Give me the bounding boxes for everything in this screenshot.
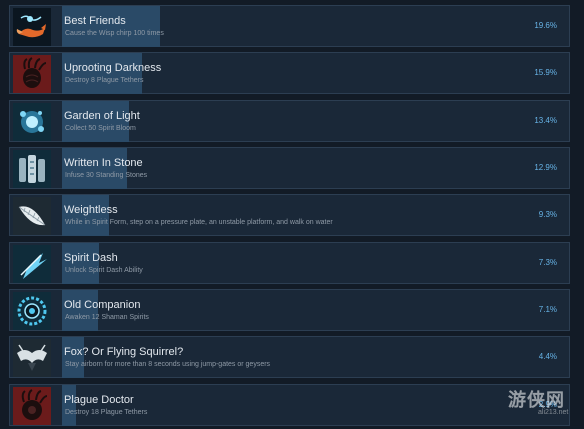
achievement-percent: 12.9% [534, 163, 557, 172]
feather-icon [13, 197, 51, 235]
achievement-percent: 13.4% [534, 116, 557, 125]
achievement-percent: 7.1% [538, 305, 557, 314]
achievement-description: Awaken 12 Shaman Spirits [65, 314, 149, 321]
plague-tether-icon [13, 55, 51, 93]
achievement-description: Infuse 30 Standing Stones [65, 172, 148, 179]
achievement-description: While in Spirit Form, step on a pressure… [65, 219, 333, 226]
achievement-percent: 2.9% [538, 400, 557, 409]
achievement-row[interactable]: Old Companion Awaken 12 Shaman Spirits 7… [9, 289, 570, 331]
achievement-percent: 15.9% [534, 68, 557, 77]
achievement-title: Garden of Light [64, 110, 140, 122]
achievement-row[interactable]: Best Friends Cause the Wisp chirp 100 ti… [9, 5, 570, 47]
achievement-title: Best Friends [64, 15, 126, 27]
achievement-description: Collect 50 Spirit Bloom [65, 125, 136, 132]
spirit-bloom-icon [13, 103, 51, 141]
achievement-title: Plague Doctor [64, 394, 134, 406]
spirit-dash-icon [13, 245, 51, 283]
achievement-percent: 7.3% [538, 258, 557, 267]
achievement-title: Uprooting Darkness [64, 62, 162, 74]
shaman-spirit-icon [13, 292, 51, 330]
fox-wisp-icon [13, 8, 51, 46]
achievement-row[interactable]: Plague Doctor Destroy 18 Plague Tethers … [9, 384, 570, 426]
plague-doctor-icon [13, 387, 51, 425]
achievement-list: Best Friends Cause the Wisp chirp 100 ti… [0, 0, 584, 429]
flying-fox-icon [13, 339, 51, 377]
achievement-description: Destroy 18 Plague Tethers [65, 409, 148, 416]
achievement-description: Unlock Spirit Dash Ability [65, 267, 143, 274]
achievement-percent: 19.6% [534, 21, 557, 30]
standing-stones-icon [13, 150, 51, 188]
achievement-percent: 4.4% [538, 352, 557, 361]
achievement-percent: 9.3% [538, 210, 557, 219]
achievement-title: Weightless [64, 204, 118, 216]
achievement-description: Stay airborn for more than 8 seconds usi… [65, 361, 271, 368]
achievement-title: Spirit Dash [64, 252, 118, 264]
achievement-title: Fox? Or Flying Squirrel? [64, 346, 184, 358]
achievement-row[interactable]: Written In Stone Infuse 30 Standing Ston… [9, 147, 570, 189]
achievement-row[interactable]: Spirit Dash Unlock Spirit Dash Ability 7… [9, 242, 570, 284]
achievement-description: Cause the Wisp chirp 100 times [65, 30, 164, 37]
achievement-row[interactable]: Garden of Light Collect 50 Spirit Bloom … [9, 100, 570, 142]
achievement-description: Destroy 8 Plague Tethers [65, 77, 144, 84]
achievement-row[interactable]: Uprooting Darkness Destroy 8 Plague Teth… [9, 52, 570, 94]
achievement-title: Old Companion [64, 299, 141, 311]
achievement-title: Written In Stone [64, 157, 143, 169]
achievement-row[interactable]: Fox? Or Flying Squirrel? Stay airborn fo… [9, 336, 570, 378]
achievement-row[interactable]: Weightless While in Spirit Form, step on… [9, 194, 570, 236]
